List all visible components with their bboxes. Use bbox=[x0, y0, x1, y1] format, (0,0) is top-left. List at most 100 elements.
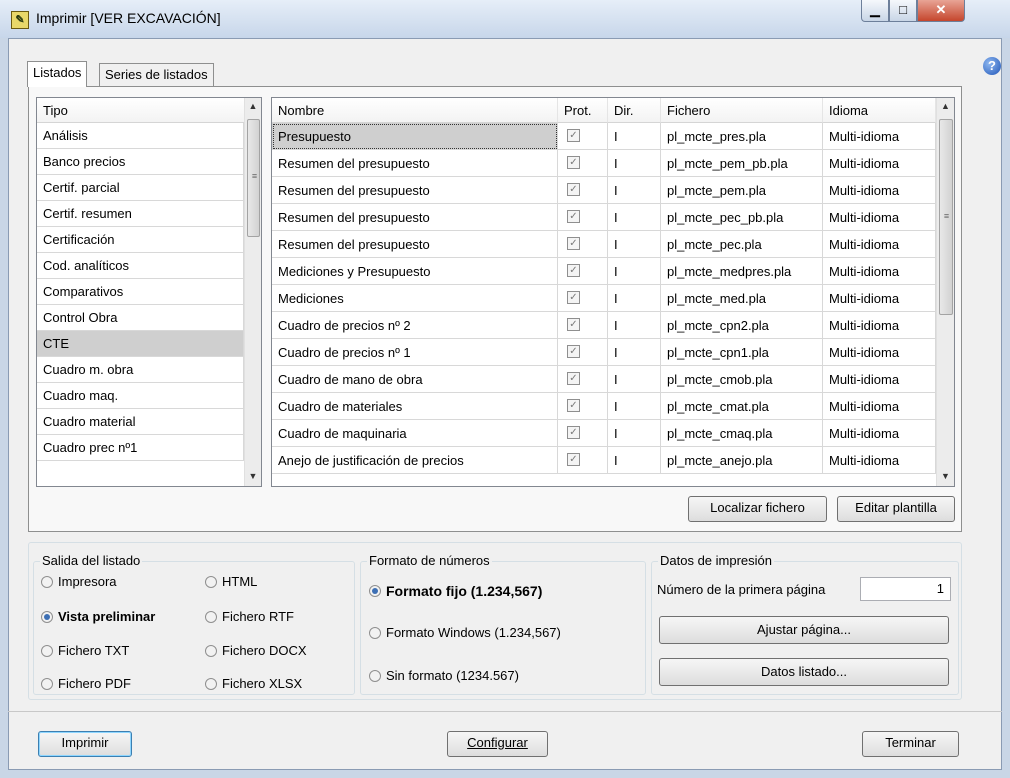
table-row[interactable]: Cuadro de mano de obra ✓ Ipl_mcte_cmob.pla… bbox=[272, 366, 936, 393]
nombre-cell: Cuadro de maquinaria bbox=[272, 420, 558, 447]
prot-checkbox[interactable]: ✓ bbox=[567, 453, 580, 466]
prot-checkbox[interactable]: ✓ bbox=[567, 129, 580, 142]
tipo-item-label: Control Obra bbox=[37, 305, 244, 331]
column-header-prot[interactable]: Prot. bbox=[558, 98, 608, 123]
prot-checkbox[interactable]: ✓ bbox=[567, 318, 580, 331]
scroll-down-arrow-icon[interactable]: ▼ bbox=[245, 468, 261, 485]
prot-cell: ✓ bbox=[558, 150, 608, 177]
scroll-up-arrow-icon[interactable]: ▲ bbox=[937, 98, 954, 115]
table-row[interactable]: Resumen del presupuesto ✓ Ipl_mcte_pec_pb.… bbox=[272, 204, 936, 231]
editar-plantilla-button[interactable]: Editar plantilla bbox=[837, 496, 955, 522]
table-row[interactable]: Mediciones ✓ Ipl_mcte_med.pla Multi-idioma bbox=[272, 285, 936, 312]
nombre-cell: Anejo de justificación de precios bbox=[272, 447, 558, 474]
idioma-cell: Multi-idioma bbox=[823, 393, 936, 420]
tipo-list-item[interactable]: Cod. analíticos bbox=[37, 253, 244, 279]
minimize-button[interactable]: ▁ bbox=[861, 0, 889, 22]
radio-dot bbox=[41, 645, 53, 657]
tipo-list[interactable]: Tipo Análisis Banco precios Certif. parcia… bbox=[36, 97, 262, 487]
tipo-list-item[interactable]: Comparativos bbox=[37, 279, 244, 305]
table-row[interactable]: Cuadro de maquinaria ✓ Ipl_mcte_cmaq.pla Mu… bbox=[272, 420, 936, 447]
prot-cell: ✓ bbox=[558, 231, 608, 258]
grip-icon: ≡ bbox=[943, 211, 950, 221]
tipo-list-item[interactable]: Cuadro prec nº1 bbox=[37, 435, 244, 461]
tipo-column-header[interactable]: Tipo bbox=[37, 98, 245, 123]
listados-table[interactable]: Nombre Prot. Dir. Fichero Idioma Presupu… bbox=[271, 97, 955, 487]
tipo-list-item[interactable]: Certif. resumen bbox=[37, 201, 244, 227]
table-row[interactable]: Cuadro de precios nº 2 ✓ Ipl_mcte_cpn2.pla… bbox=[272, 312, 936, 339]
help-icon[interactable]: ? bbox=[983, 57, 1001, 75]
scroll-down-arrow-icon[interactable]: ▼ bbox=[937, 468, 954, 485]
radio-dot bbox=[369, 670, 381, 682]
prot-checkbox[interactable]: ✓ bbox=[567, 183, 580, 196]
tipo-list-item[interactable]: Control Obra bbox=[37, 305, 244, 331]
tipo-scrollbar[interactable]: ▲ ≡ ▼ bbox=[244, 98, 261, 486]
tipo-list-item[interactable]: Certificación bbox=[37, 227, 244, 253]
prot-cell: ✓ bbox=[558, 123, 608, 150]
prot-checkbox[interactable]: ✓ bbox=[567, 399, 580, 412]
table-row[interactable]: Mediciones y Presupuesto ✓ Ipl_mcte_medpre… bbox=[272, 258, 936, 285]
prot-checkbox[interactable]: ✓ bbox=[567, 291, 580, 304]
localizar-fichero-button[interactable]: Localizar fichero bbox=[688, 496, 827, 522]
prot-checkbox[interactable]: ✓ bbox=[567, 372, 580, 385]
fichero-cell: pl_mcte_pec_pb.pla bbox=[661, 204, 823, 231]
datos-impresion-title: Datos de impresión bbox=[658, 553, 774, 568]
datos-listado-button[interactable]: Datos listado... bbox=[659, 658, 949, 686]
prot-checkbox[interactable]: ✓ bbox=[567, 426, 580, 439]
radio-dot bbox=[369, 627, 381, 639]
maximize-button[interactable]: □ bbox=[889, 0, 917, 22]
tipo-list-item[interactable]: Cuadro material bbox=[37, 409, 244, 435]
tipo-list-item[interactable]: Certif. parcial bbox=[37, 175, 244, 201]
fichero-cell: pl_mcte_cpn1.pla bbox=[661, 339, 823, 366]
column-header-nombre[interactable]: Nombre bbox=[272, 98, 558, 123]
prot-checkbox[interactable]: ✓ bbox=[567, 156, 580, 169]
table-row[interactable]: Cuadro de materiales ✓ Ipl_mcte_cmat.pla Mu… bbox=[272, 393, 936, 420]
tipo-list-item[interactable]: Cuadro m. obra bbox=[37, 357, 244, 383]
table-row[interactable]: Resumen del presupuesto ✓ Ipl_mcte_pec.pla… bbox=[272, 231, 936, 258]
tipo-list-item[interactable]: Banco precios bbox=[37, 149, 244, 175]
fichero-cell: pl_mcte_anejo.pla bbox=[661, 447, 823, 474]
radio-dot bbox=[205, 611, 217, 623]
table-row[interactable]: Presupuesto ✓ Ipl_mcte_pres.pla Multi-idiom… bbox=[272, 123, 936, 150]
configurar-button[interactable]: Configurar bbox=[447, 731, 548, 757]
table-scrollbar[interactable]: ▲ ≡ ▼ bbox=[936, 98, 954, 486]
ajustar-pagina-button[interactable]: Ajustar página... bbox=[659, 616, 949, 644]
salida-title: Salida del listado bbox=[40, 553, 143, 568]
prot-checkbox[interactable]: ✓ bbox=[567, 264, 580, 277]
tab-listados[interactable]: Listados bbox=[27, 61, 88, 87]
tipo-item-label: Banco precios bbox=[37, 149, 244, 175]
column-header-fichero[interactable]: Fichero bbox=[661, 98, 823, 123]
tab-series-de-listados[interactable]: Series de listados bbox=[99, 63, 214, 86]
dir-cell: I bbox=[608, 204, 661, 231]
tipo-list-item[interactable]: Análisis bbox=[37, 123, 244, 149]
column-header-dir[interactable]: Dir. bbox=[608, 98, 661, 123]
table-row[interactable]: Resumen del presupuesto ✓ Ipl_mcte_pem.pla… bbox=[272, 177, 936, 204]
tipo-list-item[interactable]: Cuadro maq. bbox=[37, 383, 244, 409]
prot-checkbox[interactable]: ✓ bbox=[567, 210, 580, 223]
close-button[interactable]: ✕ bbox=[917, 0, 965, 22]
scroll-thumb[interactable]: ≡ bbox=[247, 119, 260, 237]
table-row[interactable]: Resumen del presupuesto ✓ Ipl_mcte_pem_pb.… bbox=[272, 150, 936, 177]
radio-dot bbox=[41, 678, 53, 690]
terminar-button[interactable]: Terminar bbox=[862, 731, 959, 757]
fichero-cell: pl_mcte_pem.pla bbox=[661, 177, 823, 204]
prot-cell: ✓ bbox=[558, 366, 608, 393]
radio-dot bbox=[205, 678, 217, 690]
table-row[interactable]: Anejo de justificación de precios ✓ Ipl_mc… bbox=[272, 447, 936, 474]
footer-divider bbox=[8, 711, 1002, 712]
fichero-cell: pl_mcte_pec.pla bbox=[661, 231, 823, 258]
nombre-cell: Cuadro de mano de obra bbox=[272, 366, 558, 393]
column-header-idioma[interactable]: Idioma bbox=[823, 98, 936, 123]
dir-cell: I bbox=[608, 447, 661, 474]
prot-checkbox[interactable]: ✓ bbox=[567, 345, 580, 358]
idioma-cell: Multi-idioma bbox=[823, 366, 936, 393]
idioma-cell: Multi-idioma bbox=[823, 231, 936, 258]
tipo-list-item[interactable]: CTE bbox=[37, 331, 244, 357]
imprimir-button[interactable]: Imprimir bbox=[38, 731, 132, 757]
first-page-input[interactable]: 1 bbox=[860, 577, 951, 601]
tipo-item-label: Comparativos bbox=[37, 279, 244, 305]
prot-checkbox[interactable]: ✓ bbox=[567, 237, 580, 250]
scroll-thumb[interactable]: ≡ bbox=[939, 119, 953, 315]
fichero-cell: pl_mcte_pres.pla bbox=[661, 123, 823, 150]
table-row[interactable]: Cuadro de precios nº 1 ✓ Ipl_mcte_cpn1.pla… bbox=[272, 339, 936, 366]
scroll-up-arrow-icon[interactable]: ▲ bbox=[245, 98, 261, 115]
